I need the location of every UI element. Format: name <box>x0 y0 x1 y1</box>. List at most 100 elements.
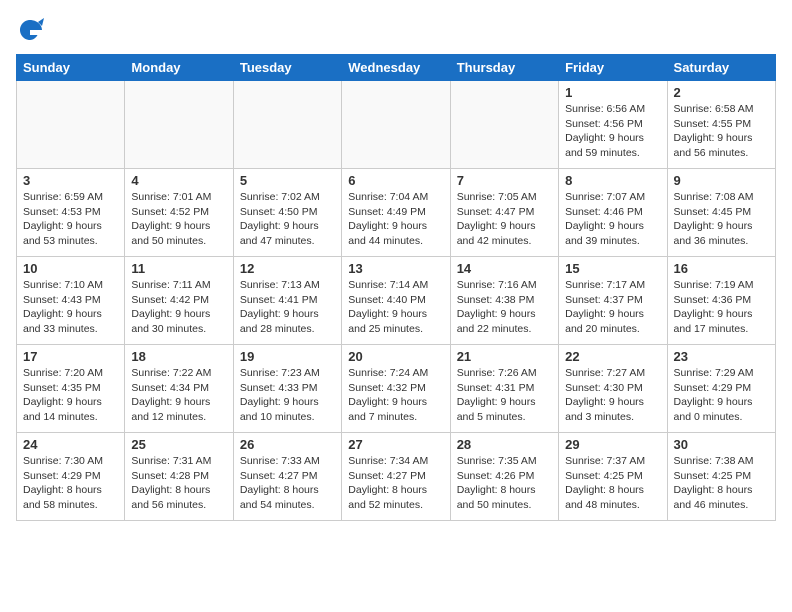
cell-date: 11 <box>131 261 226 276</box>
cell-date: 22 <box>565 349 660 364</box>
cell-info: Sunrise: 7:31 AM Sunset: 4:28 PM Dayligh… <box>131 454 226 513</box>
cell-3-6: 15 Sunrise: 7:17 AM Sunset: 4:37 PM Dayli… <box>559 257 667 345</box>
cell-2-7: 9 Sunrise: 7:08 AM Sunset: 4:45 PM Daylig… <box>667 169 775 257</box>
cell-info: Sunrise: 7:22 AM Sunset: 4:34 PM Dayligh… <box>131 366 226 425</box>
cell-4-3: 19 Sunrise: 7:23 AM Sunset: 4:33 PM Dayli… <box>233 345 341 433</box>
cell-info: Sunrise: 7:13 AM Sunset: 4:41 PM Dayligh… <box>240 278 335 337</box>
cell-date: 5 <box>240 173 335 188</box>
cell-date: 19 <box>240 349 335 364</box>
page: SundayMondayTuesdayWednesdayThursdayFrid… <box>0 0 792 529</box>
cell-3-3: 12 Sunrise: 7:13 AM Sunset: 4:41 PM Dayli… <box>233 257 341 345</box>
cell-2-3: 5 Sunrise: 7:02 AM Sunset: 4:50 PM Daylig… <box>233 169 341 257</box>
cell-date: 15 <box>565 261 660 276</box>
cell-5-5: 28 Sunrise: 7:35 AM Sunset: 4:26 PM Dayli… <box>450 433 558 521</box>
cell-info: Sunrise: 6:58 AM Sunset: 4:55 PM Dayligh… <box>674 102 769 161</box>
cell-date: 29 <box>565 437 660 452</box>
logo-icon <box>16 16 44 44</box>
cell-date: 10 <box>23 261 118 276</box>
cell-3-4: 13Sunrise: 7:14 AM Sunset: 4:40 PM Dayli… <box>342 257 450 345</box>
cell-info: Sunrise: 6:59 AM Sunset: 4:53 PM Dayligh… <box>23 190 118 249</box>
cell-info: Sunrise: 7:17 AM Sunset: 4:37 PM Dayligh… <box>565 278 660 337</box>
cell-5-6: 29 Sunrise: 7:37 AM Sunset: 4:25 PM Dayli… <box>559 433 667 521</box>
cell-5-2: 25 Sunrise: 7:31 AM Sunset: 4:28 PM Dayli… <box>125 433 233 521</box>
cell-date: 13 <box>348 261 443 276</box>
cell-info: Sunrise: 6:56 AM Sunset: 4:56 PM Dayligh… <box>565 102 660 161</box>
cell-info: Sunrise: 7:38 AM Sunset: 4:25 PM Dayligh… <box>674 454 769 513</box>
cell-date: 3 <box>23 173 118 188</box>
cell-info: Sunrise: 7:02 AM Sunset: 4:50 PM Dayligh… <box>240 190 335 249</box>
cell-info: Sunrise: 7:29 AM Sunset: 4:29 PM Dayligh… <box>674 366 769 425</box>
cell-date: 8 <box>565 173 660 188</box>
cell-4-1: 17 Sunrise: 7:20 AM Sunset: 4:35 PM Dayli… <box>17 345 125 433</box>
cell-date: 27 <box>348 437 443 452</box>
cell-5-7: 30Sunrise: 7:38 AM Sunset: 4:25 PM Dayli… <box>667 433 775 521</box>
cell-date: 6 <box>348 173 443 188</box>
col-header-saturday: Saturday <box>667 55 775 81</box>
cell-date: 23 <box>674 349 769 364</box>
week-row-4: 17 Sunrise: 7:20 AM Sunset: 4:35 PM Dayli… <box>17 345 776 433</box>
cell-date: 16 <box>674 261 769 276</box>
cell-1-6: 1 Sunrise: 6:56 AM Sunset: 4:56 PM Daylig… <box>559 81 667 169</box>
cell-info: Sunrise: 7:33 AM Sunset: 4:27 PM Dayligh… <box>240 454 335 513</box>
col-header-wednesday: Wednesday <box>342 55 450 81</box>
cell-info: Sunrise: 7:08 AM Sunset: 4:45 PM Dayligh… <box>674 190 769 249</box>
col-header-monday: Monday <box>125 55 233 81</box>
cell-date: 24 <box>23 437 118 452</box>
cell-1-5 <box>450 81 558 169</box>
cell-4-4: 20 Sunrise: 7:24 AM Sunset: 4:32 PM Dayli… <box>342 345 450 433</box>
cell-4-7: 23 Sunrise: 7:29 AM Sunset: 4:29 PM Dayli… <box>667 345 775 433</box>
cell-1-4 <box>342 81 450 169</box>
cell-date: 17 <box>23 349 118 364</box>
cell-1-1 <box>17 81 125 169</box>
cell-info: Sunrise: 7:07 AM Sunset: 4:46 PM Dayligh… <box>565 190 660 249</box>
col-header-friday: Friday <box>559 55 667 81</box>
week-row-5: 24 Sunrise: 7:30 AM Sunset: 4:29 PM Dayli… <box>17 433 776 521</box>
cell-5-1: 24 Sunrise: 7:30 AM Sunset: 4:29 PM Dayli… <box>17 433 125 521</box>
cell-date: 20 <box>348 349 443 364</box>
cell-date: 2 <box>674 85 769 100</box>
cell-date: 9 <box>674 173 769 188</box>
cell-info: Sunrise: 7:16 AM Sunset: 4:38 PM Dayligh… <box>457 278 552 337</box>
col-header-sunday: Sunday <box>17 55 125 81</box>
cell-info: Sunrise: 7:05 AM Sunset: 4:47 PM Dayligh… <box>457 190 552 249</box>
cell-info: Sunrise: 7:20 AM Sunset: 4:35 PM Dayligh… <box>23 366 118 425</box>
cell-info: Sunrise: 7:11 AM Sunset: 4:42 PM Dayligh… <box>131 278 226 337</box>
cell-date: 7 <box>457 173 552 188</box>
cell-info: Sunrise: 7:27 AM Sunset: 4:30 PM Dayligh… <box>565 366 660 425</box>
cell-info: Sunrise: 7:10 AM Sunset: 4:43 PM Dayligh… <box>23 278 118 337</box>
cell-date: 26 <box>240 437 335 452</box>
cell-4-2: 18Sunrise: 7:22 AM Sunset: 4:34 PM Dayli… <box>125 345 233 433</box>
cell-4-6: 22 Sunrise: 7:27 AM Sunset: 4:30 PM Dayli… <box>559 345 667 433</box>
cell-3-2: 11 Sunrise: 7:11 AM Sunset: 4:42 PM Dayli… <box>125 257 233 345</box>
cell-date: 21 <box>457 349 552 364</box>
cell-date: 12 <box>240 261 335 276</box>
cell-info: Sunrise: 7:30 AM Sunset: 4:29 PM Dayligh… <box>23 454 118 513</box>
cell-date: 4 <box>131 173 226 188</box>
calendar-table: SundayMondayTuesdayWednesdayThursdayFrid… <box>16 54 776 521</box>
cell-info: Sunrise: 7:35 AM Sunset: 4:26 PM Dayligh… <box>457 454 552 513</box>
week-row-3: 10 Sunrise: 7:10 AM Sunset: 4:43 PM Dayli… <box>17 257 776 345</box>
cell-5-4: 27Sunrise: 7:34 AM Sunset: 4:27 PM Dayli… <box>342 433 450 521</box>
week-row-1: 1 Sunrise: 6:56 AM Sunset: 4:56 PM Daylig… <box>17 81 776 169</box>
cell-2-2: 4 Sunrise: 7:01 AM Sunset: 4:52 PM Daylig… <box>125 169 233 257</box>
cell-1-3 <box>233 81 341 169</box>
cell-2-5: 7 Sunrise: 7:05 AM Sunset: 4:47 PM Daylig… <box>450 169 558 257</box>
cell-date: 14 <box>457 261 552 276</box>
cell-5-3: 26 Sunrise: 7:33 AM Sunset: 4:27 PM Dayli… <box>233 433 341 521</box>
cell-1-7: 2 Sunrise: 6:58 AM Sunset: 4:55 PM Daylig… <box>667 81 775 169</box>
header-row: SundayMondayTuesdayWednesdayThursdayFrid… <box>17 55 776 81</box>
logo <box>16 16 48 44</box>
cell-info: Sunrise: 7:01 AM Sunset: 4:52 PM Dayligh… <box>131 190 226 249</box>
cell-date: 25 <box>131 437 226 452</box>
col-header-thursday: Thursday <box>450 55 558 81</box>
cell-date: 28 <box>457 437 552 452</box>
cell-info: Sunrise: 7:24 AM Sunset: 4:32 PM Dayligh… <box>348 366 443 425</box>
cell-1-2 <box>125 81 233 169</box>
cell-info: Sunrise: 7:37 AM Sunset: 4:25 PM Dayligh… <box>565 454 660 513</box>
cell-info: Sunrise: 7:26 AM Sunset: 4:31 PM Dayligh… <box>457 366 552 425</box>
col-header-tuesday: Tuesday <box>233 55 341 81</box>
cell-date: 1 <box>565 85 660 100</box>
cell-info: Sunrise: 7:04 AM Sunset: 4:49 PM Dayligh… <box>348 190 443 249</box>
cell-info: Sunrise: 7:23 AM Sunset: 4:33 PM Dayligh… <box>240 366 335 425</box>
cell-3-7: 16Sunrise: 7:19 AM Sunset: 4:36 PM Dayli… <box>667 257 775 345</box>
